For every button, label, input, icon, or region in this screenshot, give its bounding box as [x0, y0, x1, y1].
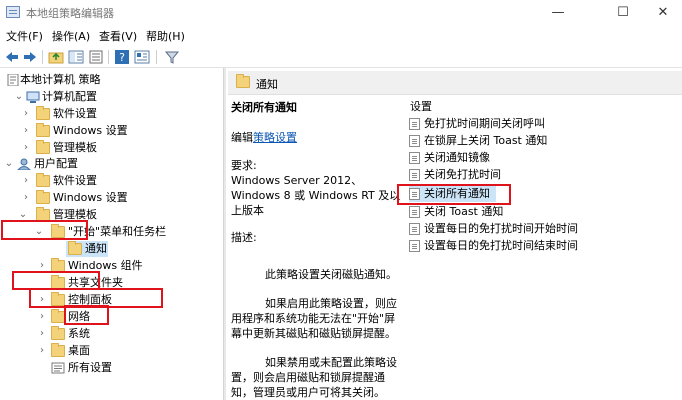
edit-policy-link[interactable]: 策略设置	[253, 131, 297, 144]
toolbar: ?	[0, 46, 682, 68]
details-header: 通知	[228, 71, 682, 95]
toolbar-divider	[42, 50, 43, 64]
toolbar-divider	[108, 50, 109, 64]
collapsed-chevron-icon[interactable]: ›	[37, 309, 47, 325]
collapsed-chevron-icon[interactable]: ›	[37, 343, 47, 359]
policy-setting-icon	[409, 169, 420, 181]
tree-node-cc-windows[interactable]: › Windows 设置	[6, 123, 216, 139]
description-label: 描述:	[231, 231, 257, 244]
details-header-title: 通知	[256, 78, 278, 91]
menu-view[interactable]: 查看(V)	[99, 28, 137, 44]
collapsed-chevron-icon[interactable]: ›	[21, 173, 31, 189]
forward-arrow-icon[interactable]	[22, 49, 38, 65]
show-hide-tree-icon[interactable]	[68, 49, 84, 65]
menu-file[interactable]: 文件(F)	[6, 28, 43, 44]
toolbar-divider	[156, 50, 157, 64]
collapsed-chevron-icon[interactable]: ›	[21, 106, 31, 122]
description-paragraph-3: 如果禁用或未配置此策略设置，则会启用磁贴和锁屏提醒通知，管理员或用户可将其关闭。	[231, 356, 397, 399]
svg-text:?: ?	[119, 51, 125, 64]
policy-setting-icon	[409, 135, 420, 147]
edit-policy-line: 编辑策略设置	[231, 130, 401, 145]
menu-bar: 文件(F) 操作(A) 查看(V) 帮助(H)	[0, 27, 682, 45]
tree-node-computer-config[interactable]: ⌄ 计算机配置	[6, 89, 216, 105]
folder-icon	[51, 343, 65, 357]
menu-help[interactable]: 帮助(H)	[146, 28, 185, 44]
annotation-box-user-config	[1, 220, 88, 240]
menu-action[interactable]: 操作(A)	[52, 28, 90, 44]
title-bar: 本地组策略编辑器 — ☐ ✕	[0, 0, 682, 26]
window-title: 本地组策略编辑器	[26, 7, 114, 20]
minimize-button[interactable]: —	[535, 0, 581, 26]
policy-description-panel: 关闭所有通知 编辑策略设置 要求: Windows Server 2012、Wi…	[231, 100, 401, 400]
settings-column-header[interactable]: 设置	[410, 98, 432, 114]
properties-icon[interactable]	[134, 49, 150, 65]
all-settings-icon	[51, 362, 65, 374]
back-arrow-icon[interactable]	[4, 49, 20, 65]
collapsed-chevron-icon[interactable]: ›	[21, 190, 31, 206]
policy-setting-icon	[409, 118, 420, 130]
filter-icon[interactable]	[164, 49, 180, 65]
policy-title: 关闭所有通知	[231, 101, 297, 114]
export-list-icon[interactable]	[88, 49, 104, 65]
group-policy-editor-window: 本地组策略编辑器 — ☐ ✕ 文件(F) 操作(A) 查看(V) 帮助(H) ?	[0, 0, 682, 400]
description-paragraph-1: 此策略设置关闭磁贴通知。	[265, 268, 397, 281]
user-icon	[17, 158, 31, 170]
folder-icon	[36, 123, 50, 137]
tree-node-system[interactable]: › 系统	[6, 326, 216, 342]
collapsed-chevron-icon[interactable]: ›	[21, 140, 31, 156]
navigation-tree: 本地计算机 策略 ⌄ 计算机配置 › 软件设置 › Windows 设置 › 管…	[0, 68, 224, 400]
tree-node-local-computer-policy[interactable]: 本地计算机 策略	[6, 72, 216, 88]
tree-node-cc-software[interactable]: › 软件设置	[6, 106, 216, 122]
folder-icon	[36, 106, 50, 120]
tree-node-user-config[interactable]: ⌄ 用户配置	[0, 156, 216, 172]
collapsed-chevron-icon[interactable]: ›	[21, 123, 31, 139]
annotation-box-disable-all-notifications	[397, 184, 511, 205]
policy-setting-icon	[409, 223, 420, 235]
policy-setting-icon	[409, 240, 420, 252]
tree-node-uc-windows[interactable]: › Windows 设置	[6, 190, 216, 206]
app-icon	[6, 6, 20, 18]
folder-icon	[36, 190, 50, 204]
tree-node-network[interactable]: › 网络	[6, 309, 216, 325]
folder-icon	[68, 241, 82, 255]
tree-node-cc-admin[interactable]: › 管理模板	[6, 140, 216, 156]
folder-icon	[51, 326, 65, 340]
expanded-chevron-icon[interactable]: ⌄	[4, 156, 14, 172]
edit-prefix: 编辑	[231, 131, 253, 144]
tree-scrollbar[interactable]	[224, 68, 226, 400]
folder-icon	[36, 140, 50, 154]
computer-icon	[26, 91, 40, 103]
requirements-text: Windows Server 2012、Windows 8 或 Windows …	[231, 174, 401, 217]
tree-node-notifications[interactable]: 通知	[66, 241, 108, 257]
description-paragraph-2: 如果启用此策略设置，则应用程序和系统功能无法在"开始"屏幕中更新其磁贴和磁贴锁屏…	[231, 297, 397, 340]
tree-node-all-settings[interactable]: 所有设置	[6, 360, 216, 376]
close-button[interactable]: ✕	[640, 0, 682, 26]
folder-icon	[236, 74, 250, 88]
expanded-chevron-icon[interactable]: ⌄	[14, 89, 24, 105]
policy-setting-icon	[409, 206, 420, 218]
policy-setting-icon	[409, 152, 420, 164]
help-icon[interactable]: ?	[114, 49, 130, 65]
annotation-box-notifications	[64, 305, 109, 325]
policy-document-icon	[7, 74, 19, 86]
folder-icon	[36, 173, 50, 187]
tree-node-uc-software[interactable]: › 软件设置	[6, 173, 216, 189]
tree-node-desktop[interactable]: › 桌面	[6, 343, 216, 359]
requirements-label: 要求:	[231, 159, 257, 172]
collapsed-chevron-icon[interactable]: ›	[37, 326, 47, 342]
folder-icon	[51, 309, 65, 323]
up-folder-icon[interactable]	[48, 49, 64, 65]
